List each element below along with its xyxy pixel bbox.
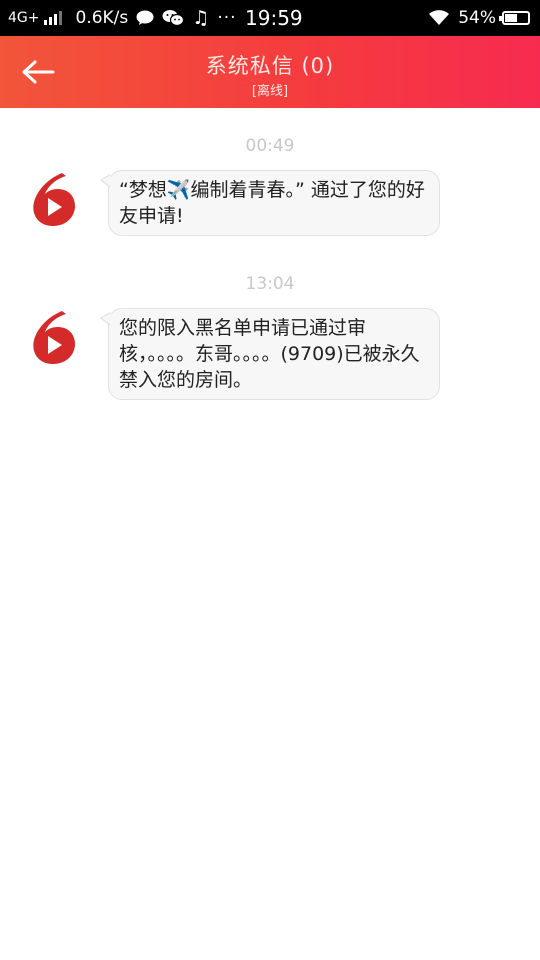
page-title: 系统私信 (0) xyxy=(205,54,335,78)
app-header: 系统私信 (0) [离线] xyxy=(0,36,540,108)
connection-status: [离线] xyxy=(251,84,289,99)
battery-percent: 54% xyxy=(458,8,496,28)
screen: 4G+ 0.6K/s ♫ ··· 19:59 54% 系统私信 (0) [离线]… xyxy=(0,0,540,960)
message-text: “梦想✈️编制着青春。” 通过了您的好友申请! xyxy=(119,179,425,227)
network-speed: 0.6K/s xyxy=(75,8,129,28)
message-timestamp: 13:04 xyxy=(245,274,295,294)
signal-icon xyxy=(43,11,64,25)
status-bar-right: 54% xyxy=(428,8,530,28)
wifi-icon xyxy=(428,10,450,26)
more-dots-icon: ··· xyxy=(217,8,237,28)
six-logo-icon[interactable] xyxy=(28,170,78,228)
clock: 19:59 xyxy=(245,6,303,30)
wechat-icon xyxy=(162,9,185,27)
message-bubble[interactable]: “梦想✈️编制着青春。” 通过了您的好友申请! xyxy=(100,170,440,236)
six-logo-icon[interactable] xyxy=(28,308,78,366)
status-bar-left: 4G+ 0.6K/s ♫ ··· xyxy=(8,7,237,29)
message-list[interactable]: 00:49 “梦想✈️编制着青春。” 通过了您的好友申请! 13:04 您的限入… xyxy=(0,108,540,960)
message-text: 您的限入黑名单申请已通过审核，。。。。东哥。。。。(9709)已被永久禁入您的房… xyxy=(119,317,420,391)
message-timestamp: 00:49 xyxy=(245,136,295,156)
battery-icon xyxy=(499,11,530,25)
music-icon: ♫ xyxy=(192,7,210,29)
message-bubble[interactable]: 您的限入黑名单申请已通过审核，。。。。东哥。。。。(9709)已被永久禁入您的房… xyxy=(100,308,440,400)
chat-icon xyxy=(136,10,154,26)
status-bar: 4G+ 0.6K/s ♫ ··· 19:59 54% xyxy=(0,0,540,36)
network-type: 4G+ xyxy=(8,10,40,26)
